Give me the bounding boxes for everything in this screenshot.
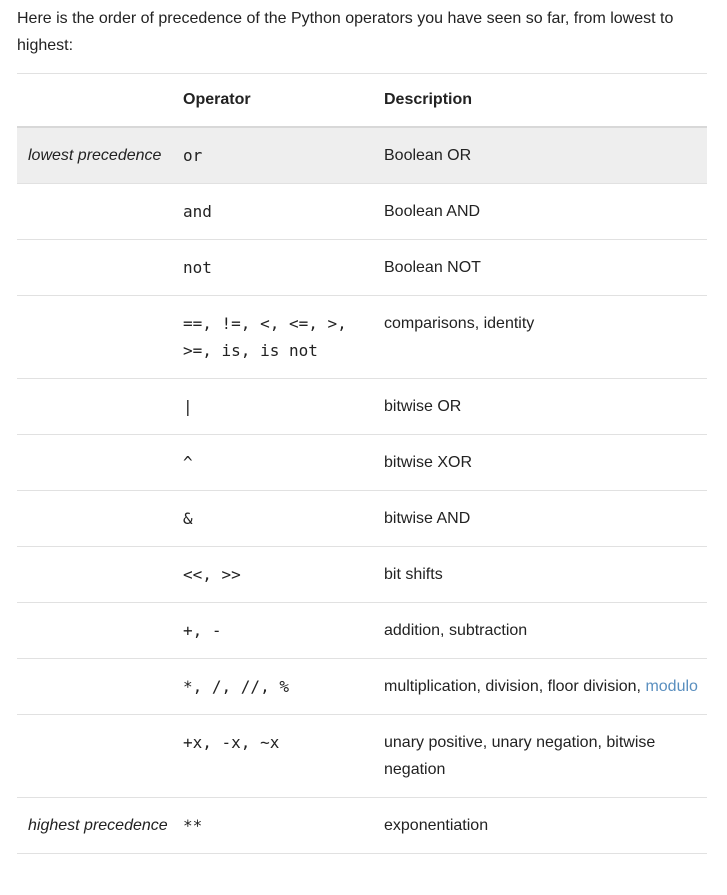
header-description: Description	[384, 73, 707, 128]
precedence-label	[17, 183, 183, 240]
description-cell: unary positive, unary negation, bitwise …	[384, 714, 707, 798]
precedence-label	[17, 602, 183, 659]
precedence-label: highest precedence	[17, 797, 183, 854]
description-cell: bitwise OR	[384, 378, 707, 435]
description-cell: bitwise XOR	[384, 434, 707, 491]
table-row: | bitwise OR	[17, 378, 707, 435]
table-row: & bitwise AND	[17, 490, 707, 547]
table-row: ^ bitwise XOR	[17, 434, 707, 491]
description-cell: Boolean OR	[384, 127, 707, 184]
description-cell: bitwise AND	[384, 490, 707, 547]
description-text: bit shifts	[384, 566, 443, 583]
precedence-label	[17, 714, 183, 798]
description-text: Boolean AND	[384, 203, 481, 220]
modulo-link[interactable]: modulo	[645, 678, 697, 695]
description-text: addition, subtraction	[384, 622, 528, 639]
precedence-label	[17, 239, 183, 296]
description-cell: comparisons, identity	[384, 295, 707, 379]
precedence-label	[17, 546, 183, 603]
operator-cell: not	[183, 239, 384, 296]
description-text: bitwise XOR	[384, 454, 473, 471]
table-row: *, /, //, % multiplication, division, flo…	[17, 658, 707, 715]
description-text: Boolean OR	[384, 147, 472, 164]
precedence-table: Operator Description lowest precedence or…	[17, 73, 707, 854]
precedence-label	[17, 658, 183, 715]
table-row: +, - addition, subtraction	[17, 602, 707, 659]
intro-paragraph: Here is the order of precedence of the P…	[17, 10, 674, 54]
description-cell: Boolean NOT	[384, 239, 707, 296]
operator-cell: &	[183, 490, 384, 547]
operator-cell: ==, !=, <, <=, >, >=, is, is not	[183, 295, 384, 379]
precedence-label	[17, 490, 183, 547]
operator-cell: or	[183, 127, 384, 184]
operator-cell: ^	[183, 434, 384, 491]
table-row: and Boolean AND	[17, 183, 707, 240]
header-precedence	[17, 73, 183, 128]
description-text: unary positive, unary negation, bitwise …	[384, 734, 656, 778]
description-cell: multiplication, division, floor division…	[384, 658, 707, 715]
description-text: multiplication, division, floor division…	[384, 678, 646, 695]
description-cell: Boolean AND	[384, 183, 707, 240]
description-cell: exponentiation	[384, 797, 707, 854]
table-row: not Boolean NOT	[17, 239, 707, 296]
operator-cell: <<, >>	[183, 546, 384, 603]
operator-cell: and	[183, 183, 384, 240]
table-row: <<, >> bit shifts	[17, 546, 707, 603]
precedence-label: lowest precedence	[17, 127, 183, 184]
header-operator: Operator	[183, 73, 384, 128]
table-row: ==, !=, <, <=, >, >=, is, is not comparis…	[17, 295, 707, 379]
description-text: Boolean NOT	[384, 259, 481, 276]
precedence-label	[17, 378, 183, 435]
precedence-label	[17, 434, 183, 491]
table-row: lowest precedence or Boolean OR	[17, 127, 707, 184]
operator-cell: +x, -x, ~x	[183, 714, 384, 798]
operator-cell: +, -	[183, 602, 384, 659]
table-row: highest precedence ** exponentiation	[17, 797, 707, 854]
description-text: bitwise OR	[384, 398, 462, 415]
operator-cell: *, /, //, %	[183, 658, 384, 715]
table-header-row: Operator Description	[17, 73, 707, 128]
table-row: +x, -x, ~x unary positive, unary negation…	[17, 714, 707, 798]
description-text: bitwise AND	[384, 510, 471, 527]
operator-cell: **	[183, 797, 384, 854]
operator-cell: |	[183, 378, 384, 435]
precedence-label	[17, 295, 183, 379]
description-cell: bit shifts	[384, 546, 707, 603]
description-text: comparisons, identity	[384, 315, 535, 332]
description-cell: addition, subtraction	[384, 602, 707, 659]
description-text: exponentiation	[384, 817, 489, 834]
